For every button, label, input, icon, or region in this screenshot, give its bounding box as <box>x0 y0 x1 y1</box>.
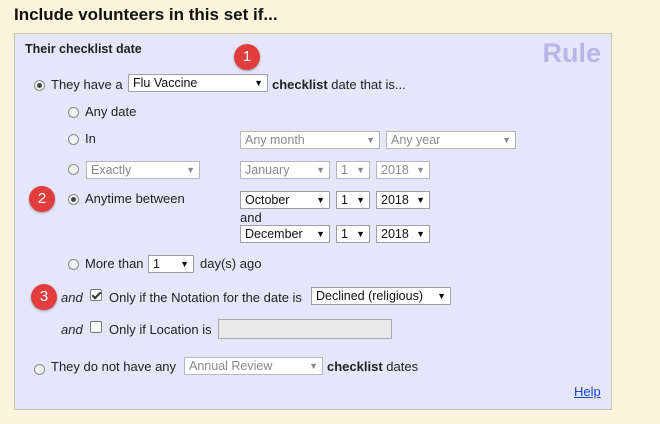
radio-exactly[interactable] <box>68 164 79 175</box>
radio-anytime-between[interactable] <box>68 194 79 205</box>
any-date-label: Any date <box>85 104 137 119</box>
chevron-down-icon: ▼ <box>316 195 325 205</box>
exactly-month-select[interactable]: January ▼ <box>240 161 330 179</box>
radio-any-date[interactable] <box>68 107 79 118</box>
not-have-checklist-select[interactable]: Annual Review ▼ <box>184 357 323 375</box>
page-heading: Include volunteers in this set if... <box>14 5 278 24</box>
in-label: In <box>85 131 96 146</box>
annotation-badge-3: 3 <box>31 284 57 310</box>
date-that-is-text: date that is... <box>331 77 406 92</box>
not-have-dates-text: dates <box>386 359 419 374</box>
in-year-value: Any year <box>391 133 441 147</box>
end-day-value: 1 <box>341 227 348 241</box>
radio-they-have[interactable] <box>34 80 45 91</box>
end-day-select[interactable]: 1 ▼ <box>336 225 370 243</box>
not-have-checklist-value: Annual Review <box>189 359 273 373</box>
days-value: 1 <box>153 257 160 271</box>
notation-value: Declined (religious) <box>316 289 423 303</box>
start-month-value: October <box>245 193 290 207</box>
do-not-have-label: They do not have any <box>51 359 177 374</box>
end-year-value: 2018 <box>381 227 409 241</box>
start-year-select[interactable]: 2018 ▼ <box>376 191 430 209</box>
exactly-year-value: 2018 <box>381 163 409 177</box>
start-day-select[interactable]: 1 ▼ <box>336 191 370 209</box>
not-have-suffix: checklist dates <box>327 359 418 374</box>
checklist-select[interactable]: Flu Vaccine ▼ <box>128 74 268 92</box>
chevron-down-icon: ▼ <box>316 165 325 175</box>
radio-more-than[interactable] <box>68 259 79 270</box>
chevron-down-icon: ▼ <box>502 135 511 145</box>
days-select[interactable]: 1 ▼ <box>148 255 194 273</box>
chevron-down-icon: ▼ <box>416 165 425 175</box>
panel-title: Their checklist date <box>25 42 142 56</box>
not-have-checklist-word: checklist <box>327 359 383 374</box>
notation-checkbox[interactable] <box>90 289 102 301</box>
chevron-down-icon: ▼ <box>254 78 263 88</box>
help-link[interactable]: Help <box>574 384 601 399</box>
checklist-word: checklist <box>272 77 328 92</box>
chevron-down-icon: ▼ <box>309 361 318 371</box>
chevron-down-icon: ▼ <box>356 165 365 175</box>
exactly-type-select[interactable]: Exactly ▼ <box>86 161 200 179</box>
chevron-down-icon: ▼ <box>366 135 375 145</box>
chevron-down-icon: ▼ <box>437 291 446 301</box>
notation-label: Only if the Notation for the date is <box>109 290 302 305</box>
between-and-label: and <box>240 210 262 225</box>
chevron-down-icon: ▼ <box>416 195 425 205</box>
rule-panel: Their checklist date Rule They have a Fl… <box>14 33 612 410</box>
rule-watermark: Rule <box>542 38 601 68</box>
radio-in[interactable] <box>68 134 79 145</box>
chevron-down-icon: ▼ <box>356 195 365 205</box>
annotation-badge-2: 2 <box>29 186 55 212</box>
chevron-down-icon: ▼ <box>316 229 325 239</box>
exactly-month-value: January <box>245 163 290 177</box>
more-than-label: More than <box>85 256 144 271</box>
anytime-between-label: Anytime between <box>85 191 185 206</box>
chevron-down-icon: ▼ <box>180 259 189 269</box>
location-label: Only if Location is <box>109 322 212 337</box>
chevron-down-icon: ▼ <box>356 229 365 239</box>
location-input[interactable] <box>218 319 392 339</box>
checklist-select-value: Flu Vaccine <box>133 76 198 90</box>
start-month-select[interactable]: October ▼ <box>240 191 330 209</box>
end-month-value: December <box>245 227 303 241</box>
chevron-down-icon: ▼ <box>416 229 425 239</box>
they-have-suffix: checklist date that is... <box>272 77 406 92</box>
in-month-select[interactable]: Any month ▼ <box>240 131 380 149</box>
notation-select[interactable]: Declined (religious) ▼ <box>311 287 451 305</box>
start-year-value: 2018 <box>381 193 409 207</box>
in-month-value: Any month <box>245 133 305 147</box>
end-month-select[interactable]: December ▼ <box>240 225 330 243</box>
notation-and-label: and <box>61 290 83 305</box>
exactly-day-select[interactable]: 1 ▼ <box>336 161 370 179</box>
location-and-label: and <box>61 322 83 337</box>
exactly-type-value: Exactly <box>91 163 132 177</box>
exactly-year-select[interactable]: 2018 ▼ <box>376 161 430 179</box>
start-day-value: 1 <box>341 193 348 207</box>
days-ago-label: day(s) ago <box>200 256 262 271</box>
location-checkbox[interactable] <box>90 321 102 333</box>
chevron-down-icon: ▼ <box>186 165 195 175</box>
exactly-day-value: 1 <box>341 163 348 177</box>
in-year-select[interactable]: Any year ▼ <box>386 131 516 149</box>
annotation-badge-1: 1 <box>234 44 260 70</box>
they-have-label: They have a <box>51 77 123 92</box>
end-year-select[interactable]: 2018 ▼ <box>376 225 430 243</box>
radio-do-not-have[interactable] <box>34 364 45 375</box>
